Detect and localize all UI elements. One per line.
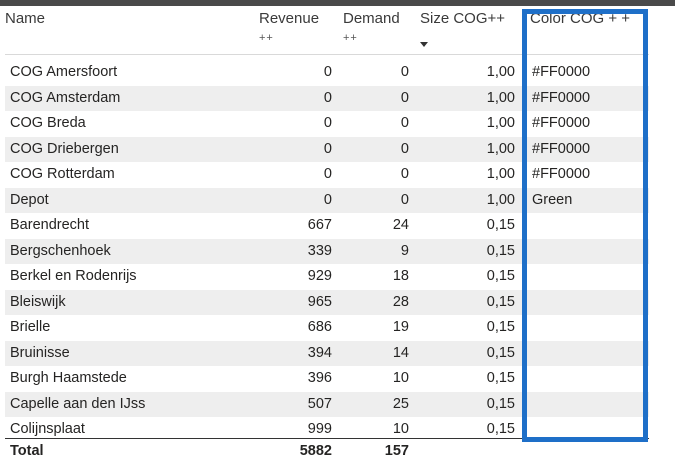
cell-demand: 28: [392, 293, 409, 310]
cell-size: 0,15: [486, 293, 515, 310]
cell-name: Berkel en Rodenrijs: [10, 268, 137, 284]
total-label: Total: [10, 443, 44, 459]
cell-size: 1,00: [486, 89, 515, 106]
cell-name: Brielle: [10, 319, 51, 335]
cell-size: 0,15: [486, 242, 515, 259]
cell-demand: 0: [400, 115, 409, 131]
cell-size: 0,15: [486, 370, 515, 386]
cell-demand: 19: [392, 319, 409, 335]
cell-name: Burgh Haamstede: [10, 370, 127, 386]
cell-size: 1,00: [486, 191, 515, 208]
cell-demand: 0: [400, 140, 409, 157]
cell-size: 0,15: [486, 395, 515, 412]
cell-name: COG Driebergen: [10, 140, 119, 157]
cell-size: 0,15: [486, 217, 515, 233]
cell-demand: 24: [392, 217, 409, 233]
cell-demand: 14: [392, 344, 409, 361]
cell-revenue: 0: [323, 89, 332, 106]
cell-name: Bleiswijk: [10, 293, 66, 310]
cell-name: Bruinisse: [10, 344, 70, 361]
cell-size: 1,00: [486, 115, 515, 131]
cell-revenue: 0: [323, 140, 332, 157]
total-revenue: 5882: [299, 443, 332, 459]
cell-revenue: 339: [307, 242, 332, 259]
cell-size: 0,15: [486, 268, 515, 284]
cell-name: Barendrecht: [10, 217, 89, 233]
total-demand: 157: [384, 443, 409, 459]
cell-size: 1,00: [486, 166, 515, 182]
cell-demand: 0: [400, 89, 409, 106]
cell-revenue: 929: [307, 268, 332, 284]
total-row: Total 5882 157: [5, 439, 649, 464]
cell-name: COG Breda: [10, 115, 86, 131]
cell-demand: 10: [392, 370, 409, 386]
color-column-highlight: [522, 9, 648, 442]
cell-demand: 25: [392, 395, 409, 412]
cell-revenue: 394: [307, 344, 332, 361]
cell-size: 0,15: [486, 344, 515, 361]
cell-demand: 0: [400, 191, 409, 208]
cell-revenue: 0: [323, 166, 332, 182]
cell-revenue: 0: [323, 191, 332, 208]
cell-name: COG Amsterdam: [10, 89, 121, 106]
cell-demand: 0: [400, 64, 409, 80]
cell-name: COG Rotterdam: [10, 166, 115, 182]
cell-revenue: 667: [307, 217, 332, 233]
window-top-bar: [0, 0, 675, 6]
cell-revenue: 507: [307, 395, 332, 412]
cell-size: 0,15: [486, 319, 515, 335]
cell-demand: 9: [400, 242, 409, 259]
cell-revenue: 0: [323, 64, 332, 80]
cell-demand: 18: [392, 268, 409, 284]
cell-name: Capelle aan den IJss: [10, 395, 146, 412]
cell-revenue: 965: [307, 293, 332, 310]
cell-name: COG Amersfoort: [10, 64, 118, 80]
cell-name: Depot: [10, 191, 49, 208]
cell-revenue: 0: [323, 115, 332, 131]
cell-revenue: 686: [307, 319, 332, 335]
cell-size: 1,00: [486, 64, 515, 80]
cell-demand: 0: [400, 166, 409, 182]
cell-size: 1,00: [486, 140, 515, 157]
sort-descending-icon[interactable]: [420, 42, 428, 47]
cell-name: Bergschenhoek: [10, 242, 111, 259]
cell-revenue: 396: [307, 370, 332, 386]
